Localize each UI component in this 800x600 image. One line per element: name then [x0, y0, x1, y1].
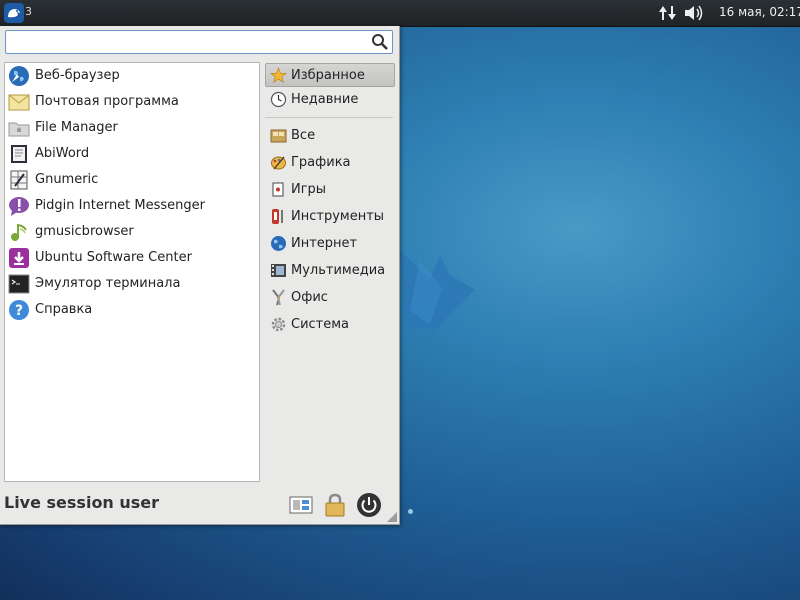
app-item-software-center[interactable]: Ubuntu Software Center — [5, 245, 259, 271]
app-item-gnumeric[interactable]: Gnumeric — [5, 167, 259, 193]
app-item-mail[interactable]: Почтовая программа — [5, 89, 259, 115]
category-label: Игры — [291, 182, 327, 197]
app-label: Веб-браузер — [35, 68, 120, 83]
gear-icon — [271, 317, 286, 332]
search-input[interactable] — [5, 30, 393, 54]
resize-grip-icon[interactable] — [387, 512, 397, 522]
folder-icon — [8, 122, 30, 137]
app-item-web-browser[interactable]: Веб-браузер — [5, 63, 259, 89]
menu-footer: Live session user — [0, 490, 399, 524]
app-label: Справка — [35, 302, 93, 317]
software-center-icon — [9, 248, 29, 268]
document-icon — [11, 145, 27, 163]
category-label: Недавние — [291, 92, 359, 107]
app-label: File Manager — [35, 120, 118, 135]
app-item-pidgin[interactable]: Pidgin Internet Messenger — [5, 193, 259, 219]
category-internet[interactable]: Интернет — [265, 231, 395, 255]
pidgin-icon — [9, 197, 29, 216]
category-label: Графика — [291, 155, 351, 170]
category-favorites[interactable]: Избранное — [265, 63, 395, 87]
xfce-mouse-icon[interactable] — [3, 2, 25, 24]
category-multimedia[interactable]: Мультимедиа — [265, 258, 395, 282]
category-list: Избранное Недавние Все Графика Игры Инст… — [265, 63, 395, 336]
music-icon — [11, 223, 27, 241]
category-games[interactable]: Игры — [265, 177, 395, 201]
svg-text:?: ? — [15, 303, 23, 319]
application-list: Веб-браузер Почтовая программа File Mana… — [4, 62, 260, 482]
app-label: Ubuntu Software Center — [35, 250, 192, 265]
category-graphics[interactable]: Графика — [265, 150, 395, 174]
star-icon — [270, 67, 287, 83]
application-menu: Веб-браузер Почтовая программа File Mana… — [0, 26, 400, 525]
app-item-gmusicbrowser[interactable]: gmusicbrowser — [5, 219, 259, 245]
office-icon — [272, 289, 285, 306]
tools-icon — [272, 209, 283, 224]
multimedia-icon — [271, 264, 286, 277]
category-label: Все — [291, 128, 316, 143]
help-icon: ? — [9, 300, 29, 320]
category-separator — [265, 111, 393, 118]
globe-icon — [9, 66, 29, 86]
category-label: Инструменты — [291, 209, 385, 224]
top-panel: 3 16 мая, 02:17 — [0, 0, 800, 27]
app-item-abiword[interactable]: AbiWord — [5, 141, 259, 167]
category-label: Интернет — [291, 236, 358, 251]
category-recent[interactable]: Недавние — [265, 87, 395, 111]
session-user-label: Live session user — [4, 493, 160, 512]
internet-globe-icon — [271, 236, 286, 251]
terminal-icon — [8, 274, 30, 294]
desktop-dot — [408, 509, 413, 514]
workspace-indicator[interactable]: 3 — [25, 5, 32, 18]
app-item-help[interactable]: ? Справка — [5, 297, 259, 323]
app-label: Почтовая программа — [35, 94, 179, 109]
app-label: Gnumeric — [35, 172, 99, 187]
games-icon — [272, 182, 284, 197]
search-field[interactable] — [9, 32, 363, 54]
category-office[interactable]: Офис — [265, 285, 395, 309]
category-label: Система — [291, 317, 350, 332]
switch-user-icon[interactable] — [288, 492, 314, 518]
spreadsheet-icon — [10, 170, 28, 190]
category-tools[interactable]: Инструменты — [265, 204, 395, 228]
mail-icon — [8, 94, 30, 111]
lock-screen-icon[interactable] — [322, 492, 348, 518]
folder-all-icon — [270, 129, 287, 143]
app-label: gmusicbrowser — [35, 224, 134, 239]
app-item-terminal[interactable]: Эмулятор терминала — [5, 271, 259, 297]
graphics-icon — [271, 156, 286, 170]
network-icon[interactable] — [657, 3, 679, 23]
category-system[interactable]: Система — [265, 312, 395, 336]
power-icon[interactable] — [356, 492, 382, 518]
app-label: Эмулятор терминала — [35, 276, 181, 291]
app-label: AbiWord — [35, 146, 90, 161]
volume-icon[interactable] — [683, 3, 705, 23]
category-label: Избранное — [291, 68, 365, 83]
category-all[interactable]: Все — [265, 123, 395, 147]
app-label: Pidgin Internet Messenger — [35, 198, 205, 213]
category-label: Офис — [291, 290, 328, 305]
search-icon[interactable] — [371, 33, 389, 51]
clock-history-icon — [270, 91, 287, 108]
app-item-file-manager[interactable]: File Manager — [5, 115, 259, 141]
category-label: Мультимедиа — [291, 263, 386, 278]
clock[interactable]: 16 мая, 02:17 — [719, 5, 800, 19]
